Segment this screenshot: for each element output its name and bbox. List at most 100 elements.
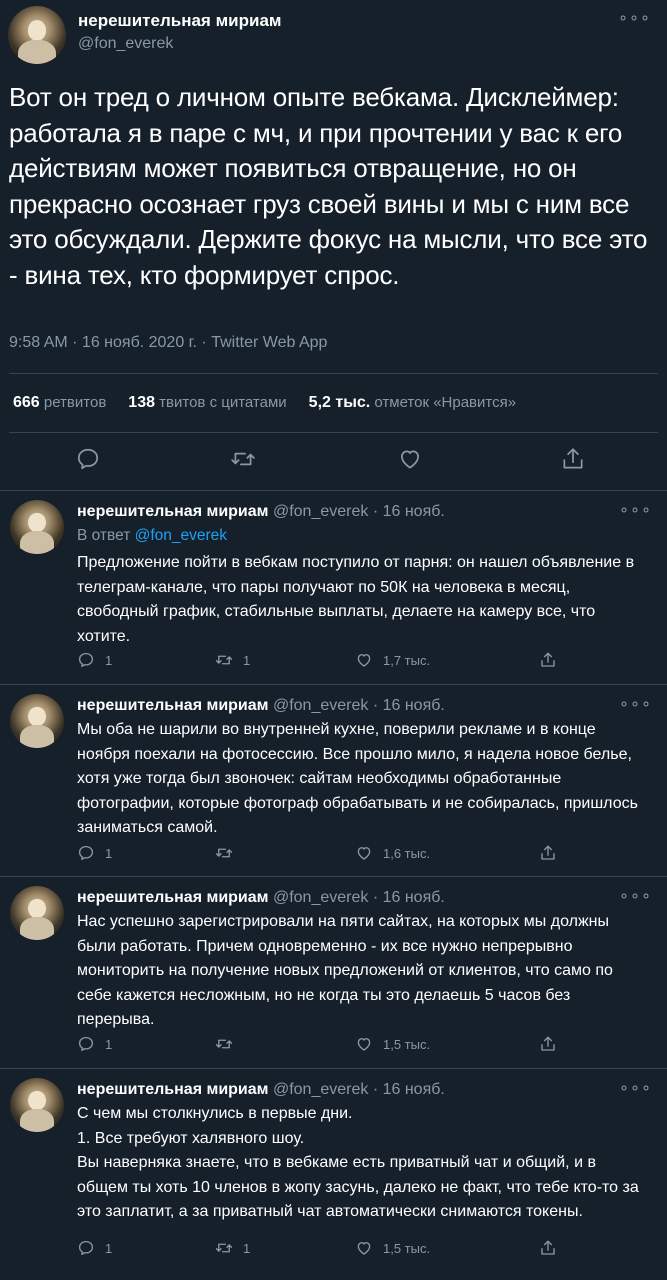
tweet-header: нерешительная мириам @fon_everek · 16 но… xyxy=(77,1081,445,1098)
avatar[interactable] xyxy=(10,886,64,940)
like-action[interactable]: 1,6 тыс. xyxy=(355,843,430,863)
share-icon xyxy=(541,845,555,860)
share-action[interactable] xyxy=(539,650,567,670)
action-row: 1 1 1,7 тыс. xyxy=(77,650,557,670)
handle[interactable]: @fon_everek xyxy=(273,503,368,520)
reply-count: 1 xyxy=(105,652,113,668)
reply-icon[interactable] xyxy=(75,446,101,472)
divider xyxy=(0,876,667,877)
display-name[interactable]: нерешительная мириам xyxy=(77,503,269,520)
share-action[interactable] xyxy=(539,1034,567,1054)
tweet-time[interactable]: 16 нояб. xyxy=(383,889,445,906)
retweet-action[interactable] xyxy=(215,843,243,863)
reply-to-link[interactable]: @fon_everek xyxy=(135,527,227,544)
avatar[interactable] xyxy=(8,6,66,64)
reply-tweet[interactable]: нерешительная мириам @fon_everek · 16 но… xyxy=(0,880,667,1070)
retweet-action[interactable] xyxy=(215,1034,243,1054)
display-name[interactable]: нерешительная мириам xyxy=(77,889,269,906)
share-action[interactable] xyxy=(539,843,567,863)
share-icon xyxy=(541,1240,555,1255)
main-tweet: нерешительная мириам @fon_everek ∘∘∘ Вот… xyxy=(0,0,667,492)
divider xyxy=(9,432,658,433)
tweet-stats: 666 ретвитов 138 твитов с цитатами 5,2 тыс… xyxy=(13,394,516,412)
tweet-text: Предложение пойти в вебкам поступило от … xyxy=(77,554,635,645)
more-dots-icon[interactable]: ∘∘∘ xyxy=(618,11,651,27)
in-reply-to: В ответ @fon_everek xyxy=(77,527,228,544)
retweet-action[interactable]: 1 xyxy=(215,1238,250,1258)
retweet-icon xyxy=(215,1039,233,1049)
reply-tweet[interactable]: нерешительная мириам @fon_everek · 16 но… xyxy=(0,688,667,878)
reply-count: 1 xyxy=(105,1240,113,1256)
retweet-icon[interactable] xyxy=(230,446,256,472)
divider xyxy=(0,1068,667,1069)
tweet-text: Мы оба не шарили во внутренней кухне, по… xyxy=(77,721,638,836)
avatar[interactable] xyxy=(10,500,64,554)
retweet-count: 1 xyxy=(243,1240,251,1256)
tweet-header: нерешительная мириам @fon_everek · 16 но… xyxy=(77,889,445,906)
share-icon xyxy=(541,1036,555,1051)
share-icon[interactable] xyxy=(560,446,586,472)
like-count: 1,7 тыс. xyxy=(383,652,431,668)
display-name[interactable]: нерешительная мириам xyxy=(77,1081,269,1098)
reply-action[interactable]: 1 xyxy=(77,843,112,863)
handle[interactable]: @fon_everek xyxy=(273,889,368,906)
like-icon xyxy=(357,654,371,667)
handle[interactable]: @fon_everek xyxy=(273,1081,368,1098)
reply-tweet[interactable]: нерешительная мириам @fon_everek · 16 но… xyxy=(0,494,667,684)
tweet-text: Вот он тред о личном опыте вебкама. Диск… xyxy=(9,82,648,290)
action-row: 1 1 1,5 тыс. xyxy=(77,1238,557,1258)
like-icon[interactable] xyxy=(397,446,423,472)
tweet-header: нерешительная мириам @fon_everek · 16 но… xyxy=(77,697,445,714)
reply-count: 1 xyxy=(105,1036,113,1052)
like-count: 1,5 тыс. xyxy=(383,1240,431,1256)
reply-count: 1 xyxy=(105,845,113,861)
like-action[interactable]: 1,5 тыс. xyxy=(355,1238,430,1258)
handle[interactable]: @fon_everek xyxy=(78,35,173,53)
more-dots-icon[interactable]: ∘∘∘ xyxy=(619,889,652,905)
reply-action[interactable]: 1 xyxy=(77,1238,112,1258)
avatar[interactable] xyxy=(10,1078,64,1132)
display-name[interactable]: нерешительная мириам xyxy=(77,697,269,714)
tweet-time[interactable]: 16 нояб. xyxy=(383,503,445,520)
like-icon xyxy=(357,1242,371,1255)
more-dots-icon[interactable]: ∘∘∘ xyxy=(619,1081,652,1097)
display-name[interactable]: нерешительная мириам xyxy=(78,11,281,31)
tweet-time[interactable]: 16 нояб. xyxy=(383,1081,445,1098)
retweet-icon xyxy=(215,1243,233,1253)
reply-icon xyxy=(78,845,94,861)
share-action[interactable] xyxy=(539,1238,567,1258)
reply-icon xyxy=(78,1036,94,1052)
like-icon xyxy=(357,1038,371,1051)
likes-stat[interactable]: 5,2 тыс. отметок «Нравится» xyxy=(309,394,516,411)
retweet-icon xyxy=(215,848,233,858)
action-row: 1 1,6 тыс. xyxy=(77,843,557,863)
tweet-text: Нас успешно зарегистрировали на пяти сай… xyxy=(77,913,613,1028)
reply-icon xyxy=(78,1240,94,1256)
more-dots-icon[interactable]: ∘∘∘ xyxy=(619,503,652,519)
reply-tweet[interactable]: нерешительная мириам @fon_everek · 16 но… xyxy=(0,1072,667,1280)
handle[interactable]: @fon_everek xyxy=(273,697,368,714)
more-dots-icon[interactable]: ∘∘∘ xyxy=(619,697,652,713)
divider xyxy=(0,684,667,685)
like-count: 1,5 тыс. xyxy=(383,1036,431,1052)
retweet-icon xyxy=(215,655,233,665)
like-icon xyxy=(357,847,371,860)
divider xyxy=(0,490,667,491)
tweet-header: нерешительная мириам @fon_everek · 16 но… xyxy=(77,503,445,520)
retweet-action[interactable]: 1 xyxy=(215,650,250,670)
quotes-stat[interactable]: 138 твитов с цитатами xyxy=(128,394,286,411)
avatar[interactable] xyxy=(10,694,64,748)
reply-icon xyxy=(78,652,94,668)
tweet-text: С чем мы столкнулись в первые дни. 1. Вс… xyxy=(77,1105,639,1220)
retweets-stat[interactable]: 666 ретвитов xyxy=(13,394,106,411)
reply-action[interactable]: 1 xyxy=(77,1034,112,1054)
tweet-meta[interactable]: 9:58 AM · 16 нояб. 2020 г. · Twitter Web… xyxy=(9,334,327,352)
divider xyxy=(9,373,658,374)
reply-action[interactable]: 1 xyxy=(77,650,112,670)
action-row: 1 1,5 тыс. xyxy=(77,1034,557,1054)
like-action[interactable]: 1,7 тыс. xyxy=(355,650,430,670)
tweet-time[interactable]: 16 нояб. xyxy=(383,697,445,714)
retweet-count: 1 xyxy=(243,652,251,668)
share-icon xyxy=(541,652,555,667)
like-action[interactable]: 1,5 тыс. xyxy=(355,1034,430,1054)
